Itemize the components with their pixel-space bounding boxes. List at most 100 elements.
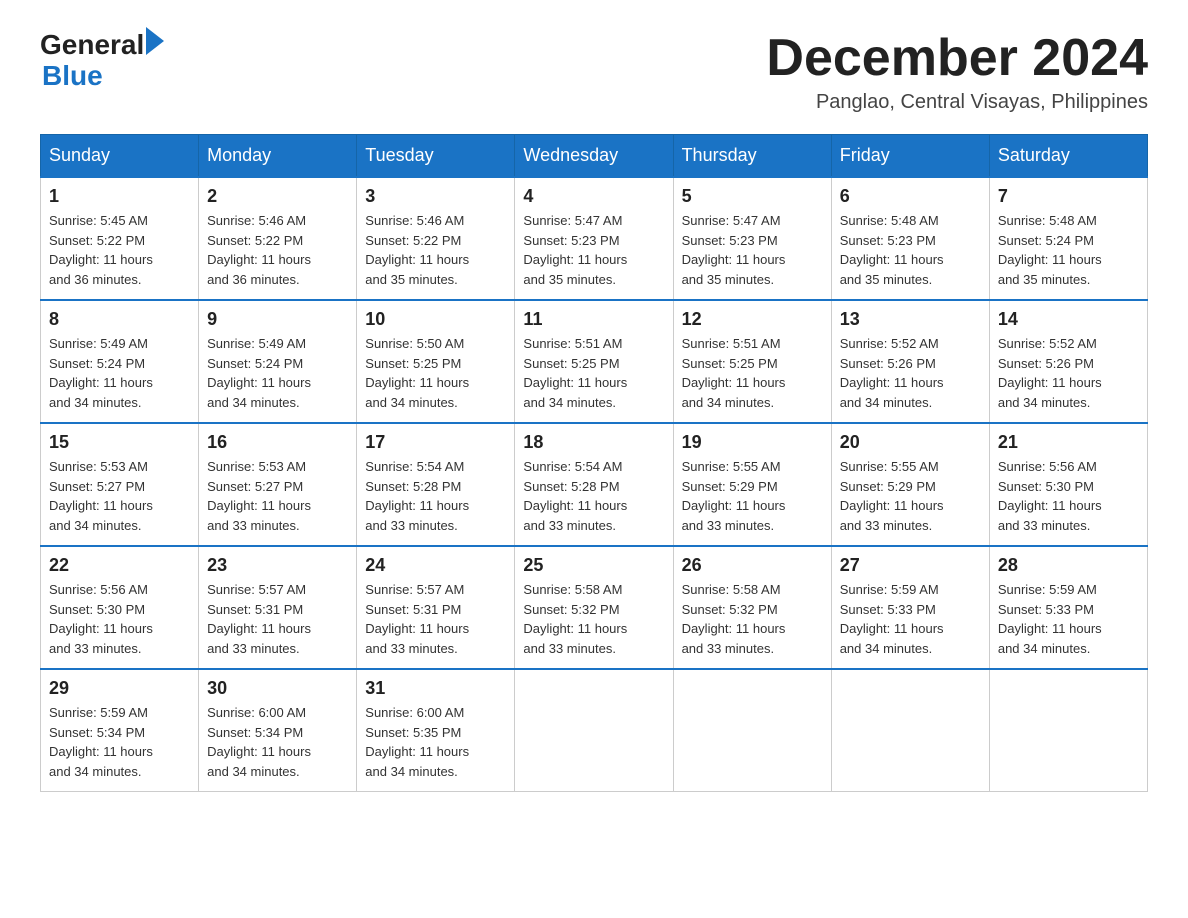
calendar-cell: 21 Sunrise: 5:56 AM Sunset: 5:30 PM Dayl… [989, 423, 1147, 546]
day-number: 10 [365, 309, 506, 330]
day-info: Sunrise: 5:53 AM Sunset: 5:27 PM Dayligh… [49, 457, 190, 535]
day-number: 20 [840, 432, 981, 453]
day-number: 21 [998, 432, 1139, 453]
day-number: 2 [207, 186, 348, 207]
day-number: 3 [365, 186, 506, 207]
calendar-cell: 6 Sunrise: 5:48 AM Sunset: 5:23 PM Dayli… [831, 177, 989, 300]
calendar-cell: 13 Sunrise: 5:52 AM Sunset: 5:26 PM Dayl… [831, 300, 989, 423]
day-info: Sunrise: 5:54 AM Sunset: 5:28 PM Dayligh… [523, 457, 664, 535]
day-info: Sunrise: 5:50 AM Sunset: 5:25 PM Dayligh… [365, 334, 506, 412]
calendar-cell: 2 Sunrise: 5:46 AM Sunset: 5:22 PM Dayli… [199, 177, 357, 300]
calendar-header-row: SundayMondayTuesdayWednesdayThursdayFrid… [41, 135, 1148, 178]
day-info: Sunrise: 6:00 AM Sunset: 5:35 PM Dayligh… [365, 703, 506, 781]
day-info: Sunrise: 5:57 AM Sunset: 5:31 PM Dayligh… [365, 580, 506, 658]
day-number: 27 [840, 555, 981, 576]
day-info: Sunrise: 5:48 AM Sunset: 5:23 PM Dayligh… [840, 211, 981, 289]
calendar-cell: 29 Sunrise: 5:59 AM Sunset: 5:34 PM Dayl… [41, 669, 199, 792]
day-info: Sunrise: 5:56 AM Sunset: 5:30 PM Dayligh… [998, 457, 1139, 535]
day-number: 25 [523, 555, 664, 576]
calendar-cell: 28 Sunrise: 5:59 AM Sunset: 5:33 PM Dayl… [989, 546, 1147, 669]
calendar-cell: 16 Sunrise: 5:53 AM Sunset: 5:27 PM Dayl… [199, 423, 357, 546]
day-info: Sunrise: 5:51 AM Sunset: 5:25 PM Dayligh… [523, 334, 664, 412]
day-info: Sunrise: 5:48 AM Sunset: 5:24 PM Dayligh… [998, 211, 1139, 289]
day-number: 5 [682, 186, 823, 207]
calendar-cell: 17 Sunrise: 5:54 AM Sunset: 5:28 PM Dayl… [357, 423, 515, 546]
calendar-table: SundayMondayTuesdayWednesdayThursdayFrid… [40, 134, 1148, 792]
calendar-cell: 12 Sunrise: 5:51 AM Sunset: 5:25 PM Dayl… [673, 300, 831, 423]
calendar-cell: 27 Sunrise: 5:59 AM Sunset: 5:33 PM Dayl… [831, 546, 989, 669]
day-info: Sunrise: 5:58 AM Sunset: 5:32 PM Dayligh… [523, 580, 664, 658]
calendar-cell [515, 669, 673, 792]
day-number: 14 [998, 309, 1139, 330]
day-number: 12 [682, 309, 823, 330]
week-row-2: 8 Sunrise: 5:49 AM Sunset: 5:24 PM Dayli… [41, 300, 1148, 423]
calendar-cell: 1 Sunrise: 5:45 AM Sunset: 5:22 PM Dayli… [41, 177, 199, 300]
day-number: 18 [523, 432, 664, 453]
day-info: Sunrise: 5:51 AM Sunset: 5:25 PM Dayligh… [682, 334, 823, 412]
day-info: Sunrise: 5:59 AM Sunset: 5:33 PM Dayligh… [840, 580, 981, 658]
calendar-cell: 26 Sunrise: 5:58 AM Sunset: 5:32 PM Dayl… [673, 546, 831, 669]
calendar-cell: 14 Sunrise: 5:52 AM Sunset: 5:26 PM Dayl… [989, 300, 1147, 423]
day-info: Sunrise: 5:47 AM Sunset: 5:23 PM Dayligh… [523, 211, 664, 289]
calendar-cell: 8 Sunrise: 5:49 AM Sunset: 5:24 PM Dayli… [41, 300, 199, 423]
day-info: Sunrise: 5:54 AM Sunset: 5:28 PM Dayligh… [365, 457, 506, 535]
calendar-cell: 3 Sunrise: 5:46 AM Sunset: 5:22 PM Dayli… [357, 177, 515, 300]
calendar-cell: 22 Sunrise: 5:56 AM Sunset: 5:30 PM Dayl… [41, 546, 199, 669]
logo: General Blue [40, 30, 164, 92]
col-header-sunday: Sunday [41, 135, 199, 178]
calendar-cell: 18 Sunrise: 5:54 AM Sunset: 5:28 PM Dayl… [515, 423, 673, 546]
calendar-cell: 11 Sunrise: 5:51 AM Sunset: 5:25 PM Dayl… [515, 300, 673, 423]
day-number: 7 [998, 186, 1139, 207]
day-info: Sunrise: 5:57 AM Sunset: 5:31 PM Dayligh… [207, 580, 348, 658]
day-number: 26 [682, 555, 823, 576]
calendar-cell [831, 669, 989, 792]
title-section: December 2024 Panglao, Central Visayas, … [766, 30, 1148, 114]
day-info: Sunrise: 5:55 AM Sunset: 5:29 PM Dayligh… [682, 457, 823, 535]
day-info: Sunrise: 5:52 AM Sunset: 5:26 PM Dayligh… [840, 334, 981, 412]
day-info: Sunrise: 5:59 AM Sunset: 5:34 PM Dayligh… [49, 703, 190, 781]
day-info: Sunrise: 5:55 AM Sunset: 5:29 PM Dayligh… [840, 457, 981, 535]
calendar-cell: 31 Sunrise: 6:00 AM Sunset: 5:35 PM Dayl… [357, 669, 515, 792]
day-number: 22 [49, 555, 190, 576]
day-number: 30 [207, 678, 348, 699]
logo-general-text: General [40, 30, 144, 61]
calendar-cell: 5 Sunrise: 5:47 AM Sunset: 5:23 PM Dayli… [673, 177, 831, 300]
col-header-friday: Friday [831, 135, 989, 178]
day-info: Sunrise: 5:52 AM Sunset: 5:26 PM Dayligh… [998, 334, 1139, 412]
calendar-cell [989, 669, 1147, 792]
calendar-cell: 7 Sunrise: 5:48 AM Sunset: 5:24 PM Dayli… [989, 177, 1147, 300]
day-number: 28 [998, 555, 1139, 576]
week-row-3: 15 Sunrise: 5:53 AM Sunset: 5:27 PM Dayl… [41, 423, 1148, 546]
day-number: 31 [365, 678, 506, 699]
day-number: 19 [682, 432, 823, 453]
day-info: Sunrise: 6:00 AM Sunset: 5:34 PM Dayligh… [207, 703, 348, 781]
calendar-cell [673, 669, 831, 792]
day-info: Sunrise: 5:56 AM Sunset: 5:30 PM Dayligh… [49, 580, 190, 658]
day-number: 11 [523, 309, 664, 330]
col-header-tuesday: Tuesday [357, 135, 515, 178]
day-info: Sunrise: 5:46 AM Sunset: 5:22 PM Dayligh… [207, 211, 348, 289]
day-info: Sunrise: 5:46 AM Sunset: 5:22 PM Dayligh… [365, 211, 506, 289]
col-header-saturday: Saturday [989, 135, 1147, 178]
day-number: 24 [365, 555, 506, 576]
day-info: Sunrise: 5:49 AM Sunset: 5:24 PM Dayligh… [207, 334, 348, 412]
day-info: Sunrise: 5:58 AM Sunset: 5:32 PM Dayligh… [682, 580, 823, 658]
day-info: Sunrise: 5:45 AM Sunset: 5:22 PM Dayligh… [49, 211, 190, 289]
day-info: Sunrise: 5:53 AM Sunset: 5:27 PM Dayligh… [207, 457, 348, 535]
day-info: Sunrise: 5:59 AM Sunset: 5:33 PM Dayligh… [998, 580, 1139, 658]
calendar-cell: 23 Sunrise: 5:57 AM Sunset: 5:31 PM Dayl… [199, 546, 357, 669]
day-number: 1 [49, 186, 190, 207]
day-number: 16 [207, 432, 348, 453]
day-info: Sunrise: 5:47 AM Sunset: 5:23 PM Dayligh… [682, 211, 823, 289]
day-number: 17 [365, 432, 506, 453]
calendar-cell: 30 Sunrise: 6:00 AM Sunset: 5:34 PM Dayl… [199, 669, 357, 792]
calendar-cell: 4 Sunrise: 5:47 AM Sunset: 5:23 PM Dayli… [515, 177, 673, 300]
day-number: 6 [840, 186, 981, 207]
day-number: 23 [207, 555, 348, 576]
calendar-cell: 10 Sunrise: 5:50 AM Sunset: 5:25 PM Dayl… [357, 300, 515, 423]
calendar-cell: 20 Sunrise: 5:55 AM Sunset: 5:29 PM Dayl… [831, 423, 989, 546]
day-number: 15 [49, 432, 190, 453]
logo-blue-text: Blue [42, 61, 164, 92]
week-row-5: 29 Sunrise: 5:59 AM Sunset: 5:34 PM Dayl… [41, 669, 1148, 792]
month-title: December 2024 [766, 30, 1148, 87]
